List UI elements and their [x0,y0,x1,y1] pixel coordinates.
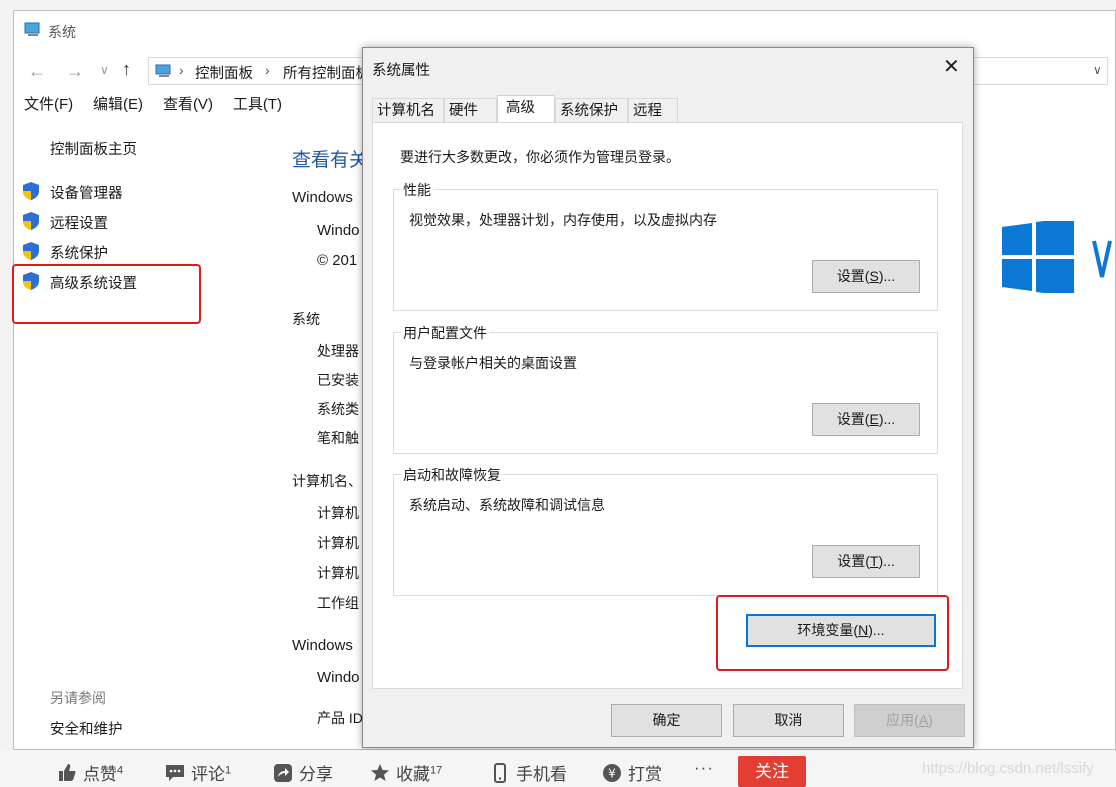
highlight-box [12,264,201,324]
ok-button[interactable]: 确定 [611,704,722,737]
info-row: © 201 [317,252,358,269]
menu-edit[interactable]: 编辑(E) [93,96,143,113]
info-row: 系统类 [317,401,359,417]
group-description: 系统启动、系统故障和调试信息 [409,497,605,513]
info-row: 计算机 [317,565,359,581]
shield-icon [23,182,39,200]
group-description: 与登录帐户相关的桌面设置 [409,355,577,371]
info-row: 计算机 [317,505,359,521]
tab-computer-name[interactable]: 计算机名 [372,98,444,122]
address-dropdown-icon[interactable]: ∨ [1093,63,1102,77]
control-panel-icon [155,63,173,82]
page-title: 查看有关 [292,150,369,171]
close-icon[interactable]: ✕ [943,54,960,79]
startup-recovery-settings-button[interactable]: 设置(T)... [812,545,920,578]
chevron-right-icon: › [179,62,184,78]
info-row: 已安装 [317,372,359,388]
reward-button[interactable]: ¥ 打赏 [602,760,662,785]
follow-button[interactable]: 关注 [738,756,806,787]
user-profiles-group: 用户配置文件 与登录帐户相关的桌面设置 设置(E)... [393,323,938,454]
cancel-button[interactable]: 取消 [733,704,844,737]
sidebar: 控制面板主页 设备管理器 远程设置 系统保护 高级系统设置 另请参阅 安全和维护 [12,121,274,741]
like-button[interactable]: 点赞4 [57,760,123,785]
group-title: 启动和故障恢复 [401,465,503,485]
comment-icon [166,765,184,781]
up-arrow-icon[interactable]: ↑ [122,59,131,80]
security-maintenance-link[interactable]: 安全和维护 [50,718,123,739]
section-title: 计算机名、 [292,473,362,489]
share-button[interactable]: 分享 [273,760,333,785]
sidebar-item-remote-settings[interactable]: 远程设置 [22,211,108,234]
system-properties-dialog: 系统属性 ✕ 计算机名 硬件 高级 系统保护 远程 要进行大多数更改，你必须作为… [362,47,974,748]
performance-settings-button[interactable]: 设置(S)... [812,260,920,293]
highlight-box [716,595,949,671]
info-row: 工作组 [317,595,359,611]
coin-icon: ¥ [603,764,621,782]
performance-group: 性能 视觉效果，处理器计划，内存使用，以及虚拟内存 设置(S)... [393,180,938,311]
svg-text:¥: ¥ [608,767,616,781]
shield-icon [23,242,39,260]
article-action-bar: 点赞4 评论1 分享 收藏17 手机看 ¥ 打赏 ··· 关注 https://b… [0,750,1116,787]
windows-logo [1002,217,1116,297]
chevron-right-icon: › [265,62,270,78]
startup-recovery-group: 启动和故障恢复 系统启动、系统故障和调试信息 设置(T)... [393,465,938,596]
tab-advanced[interactable]: 高级 [497,95,555,122]
menu-bar: 文件(F) 编辑(E) 查看(V) 工具(T) [24,93,298,119]
sidebar-item-label: 远程设置 [50,216,108,232]
menu-view[interactable]: 查看(V) [163,96,213,113]
info-row: Windo [317,669,360,686]
info-row: 处理器 [317,343,359,359]
info-row: Windo [317,222,360,239]
title-bar: 系统 [14,11,1115,51]
favorite-button[interactable]: 收藏17 [370,760,442,785]
menu-file[interactable]: 文件(F) [24,96,73,113]
group-description: 视觉效果，处理器计划，内存使用，以及虚拟内存 [409,212,717,228]
section-title: Windows [292,189,353,206]
thumbs-up-icon [59,764,76,781]
back-arrow-icon[interactable]: ← [28,61,46,82]
system-icon [24,22,42,38]
phone-icon [494,763,506,783]
tab-remote[interactable]: 远程 [628,98,678,122]
group-title: 性能 [401,180,433,200]
info-row: 产品 ID [317,710,363,726]
admin-note: 要进行大多数更改，你必须作为管理员登录。 [400,149,680,165]
see-also-heading: 另请参阅 [50,690,106,706]
apply-button[interactable]: 应用(A) [854,704,965,737]
breadcrumb-control-panel[interactable]: 控制面板 [195,62,253,83]
comment-count: 1 [225,764,232,777]
shield-icon [23,212,39,230]
like-count: 4 [117,764,124,777]
share-icon [274,764,292,782]
star-icon [371,764,389,781]
dialog-title: 系统属性 [372,63,430,79]
section-title: 系统 [292,311,320,327]
sidebar-item-system-protection[interactable]: 系统保护 [22,241,108,264]
window-title: 系统 [48,24,76,40]
mobile-view-button[interactable]: 手机看 [490,760,567,785]
sidebar-item-label: 设备管理器 [50,186,123,202]
watermark-text: https://blog.csdn.net/lssify [922,760,1094,777]
info-row: 计算机 [317,535,359,551]
favorite-count: 17 [430,764,443,777]
tab-strip: 计算机名 硬件 高级 系统保护 远程 [372,95,963,122]
group-title: 用户配置文件 [401,323,489,343]
advanced-tab-panel: 要进行大多数更改，你必须作为管理员登录。 性能 视觉效果，处理器计划，内存使用，… [372,122,963,689]
forward-arrow-icon[interactable]: → [66,61,84,82]
section-title: Windows [292,637,353,654]
sidebar-item-device-manager[interactable]: 设备管理器 [22,181,123,204]
tab-system-protection[interactable]: 系统保护 [555,98,628,122]
tab-hardware[interactable]: 硬件 [444,98,497,122]
info-row: 笔和触 [317,430,359,446]
breadcrumb-all-items[interactable]: 所有控制面板 [283,62,370,83]
user-profiles-settings-button[interactable]: 设置(E)... [812,403,920,436]
comment-button[interactable]: 评论1 [165,760,231,785]
recent-dropdown-icon[interactable]: ∨ [100,63,109,77]
sidebar-home-link[interactable]: 控制面板主页 [50,138,137,159]
more-options-icon[interactable]: ··· [694,758,714,778]
menu-tools[interactable]: 工具(T) [233,96,282,113]
sidebar-item-label: 系统保护 [50,246,108,262]
